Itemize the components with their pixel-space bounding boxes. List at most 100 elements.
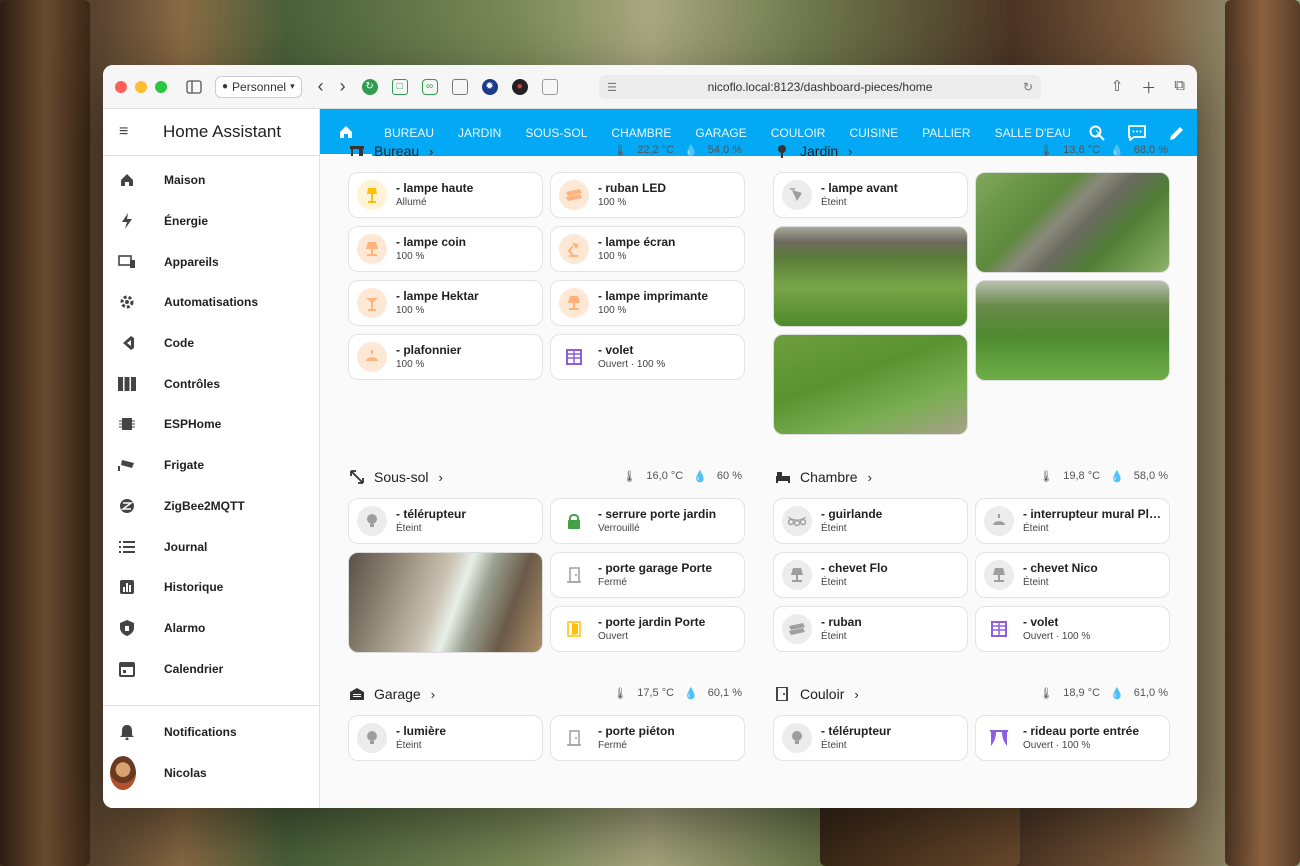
tile-lampe-imprimante[interactable]: - lampe imprimante 100 % xyxy=(550,280,745,326)
tab-bureau[interactable]: BUREAU xyxy=(372,126,446,140)
sidebar-item-zigbee2mqtt[interactable]: ZigBee2MQTT xyxy=(103,486,319,527)
sidebar-item-user[interactable]: Nicolas xyxy=(103,753,319,794)
tile-lampe-haute[interactable]: - lampe haute Allumé xyxy=(348,172,543,218)
lamp-icon[interactable] xyxy=(782,560,812,590)
tab-sous-sol[interactable]: SOUS-SOL xyxy=(513,126,599,140)
tile-porte-jardin[interactable]: - porte jardin Porte Ouvert xyxy=(550,606,745,652)
sidebar-item-code[interactable]: Code xyxy=(103,323,319,364)
sidebar-item-notifications[interactable]: Notifications xyxy=(103,712,319,753)
sidebar-item-historique[interactable]: Historique xyxy=(103,567,319,608)
floor-lamp-icon[interactable] xyxy=(357,180,387,210)
bell-icon xyxy=(118,723,136,741)
tile-porte-garage[interactable]: - porte garage Porte Fermé xyxy=(550,552,745,598)
chevron-down-icon: ▾ xyxy=(290,81,295,91)
new-tab-icon[interactable]: ＋ xyxy=(1141,77,1156,98)
robot-icon xyxy=(118,293,136,311)
sidebar-item-frigate[interactable]: Frigate xyxy=(103,445,319,486)
lamp-icon[interactable] xyxy=(559,288,589,318)
tile-lampe-ecran[interactable]: - lampe écran 100 % xyxy=(550,226,745,272)
bulb-icon[interactable] xyxy=(357,723,387,753)
cube-extension-icon[interactable]: □ xyxy=(391,78,408,95)
lock-icon[interactable] xyxy=(559,506,589,536)
extension-link-icon[interactable]: ∞ xyxy=(421,78,438,95)
lamp-icon[interactable] xyxy=(984,560,1014,590)
sidebar-item-automatisations[interactable]: Automatisations xyxy=(103,282,319,323)
tab-jardin[interactable]: JARDIN xyxy=(446,126,513,140)
globe-extension-icon[interactable]: ✹ xyxy=(481,78,498,95)
close-window-button[interactable] xyxy=(115,80,127,93)
tile-porte-pieton[interactable]: - porte piéton Fermé xyxy=(550,715,745,761)
tab-garage[interactable]: GARAGE xyxy=(683,126,758,140)
door-closed-icon[interactable] xyxy=(559,723,589,753)
sidebar-item-maison[interactable]: Maison xyxy=(103,160,319,201)
sidebar-item-alarmo[interactable]: Alarmo xyxy=(103,608,319,649)
tile-guirlande[interactable]: - guirlande Éteint xyxy=(773,498,968,544)
tile-volet-chambre[interactable]: - volet Ouvert · 100 % xyxy=(975,606,1170,652)
address-bar[interactable]: ☰ nicoflo.local:8123/dashboard-pieces/ho… xyxy=(599,75,1041,99)
tile-lampe-hektar[interactable]: - lampe Hektar 100 % xyxy=(348,280,543,326)
tile-rideau-porte-entree[interactable]: - rideau porte entrée Ouvert · 100 % xyxy=(975,715,1170,761)
tab-overview-icon[interactable]: ⧉ xyxy=(1174,77,1185,98)
window-shutter-icon[interactable] xyxy=(559,342,589,372)
camera-jardin-1[interactable] xyxy=(975,172,1170,273)
desk-lamp-icon[interactable] xyxy=(559,234,589,264)
camera-jardin-3[interactable] xyxy=(975,280,1170,381)
sidebar-toggle-icon[interactable] xyxy=(185,78,203,96)
menu-collapse-icon[interactable]: ≡ xyxy=(119,123,147,141)
door-open-icon[interactable] xyxy=(559,614,589,644)
tab-couloir[interactable]: COULOIR xyxy=(759,126,838,140)
tile-interrupteur-mural[interactable]: - interrupteur mural Plaf... Éteint xyxy=(975,498,1170,544)
tile-ruban-led[interactable]: - ruban LED 100 % xyxy=(550,172,745,218)
screen-extension-icon[interactable] xyxy=(541,78,558,95)
ceiling-light-icon[interactable] xyxy=(984,506,1014,536)
curtains-icon[interactable] xyxy=(984,723,1014,753)
tile-serrure-porte-jardin[interactable]: - serrure porte jardin Verrouillé xyxy=(550,498,745,544)
string-lights-icon[interactable] xyxy=(782,506,812,536)
bulb-icon[interactable] xyxy=(782,723,812,753)
window-shutter-icon[interactable] xyxy=(984,614,1014,644)
extension-green-icon[interactable]: ↻ xyxy=(361,78,378,95)
tab-pallier[interactable]: PALLIER xyxy=(910,126,982,140)
minimize-window-button[interactable] xyxy=(135,80,147,93)
reload-icon[interactable]: ↻ xyxy=(1023,80,1033,94)
pendant-lamp-icon[interactable] xyxy=(357,288,387,318)
sidebar-item-energie[interactable]: Énergie xyxy=(103,201,319,242)
forward-button[interactable]: › xyxy=(340,76,346,97)
camera-jardin-4[interactable] xyxy=(773,334,968,435)
camera-jardin-2[interactable] xyxy=(773,226,968,327)
share-icon[interactable]: ⇧ xyxy=(1111,77,1124,98)
sidebar-item-controles[interactable]: Contrôles xyxy=(103,363,319,404)
tile-lampe-coin[interactable]: - lampe coin 100 % xyxy=(348,226,543,272)
copy-extension-icon[interactable] xyxy=(451,78,468,95)
tab-cuisine[interactable]: CUISINE xyxy=(837,126,910,140)
sidebar-item-calendrier[interactable]: Calendrier xyxy=(103,648,319,689)
door-closed-icon[interactable] xyxy=(559,560,589,590)
sidebar-item-esphome[interactable]: ESPHome xyxy=(103,404,319,445)
tile-ruban[interactable]: - ruban Éteint xyxy=(773,606,968,652)
tile-volet-bureau[interactable]: - volet Ouvert · 100 % xyxy=(550,334,745,380)
profile-selector[interactable]: ● Personnel ▾ xyxy=(215,75,302,98)
sidebar-item-appareils[interactable]: Appareils xyxy=(103,241,319,282)
camera-sous-sol[interactable] xyxy=(348,552,543,653)
led-strip-icon[interactable] xyxy=(559,180,589,210)
bulb-icon[interactable] xyxy=(357,506,387,536)
tile-chevet-flo[interactable]: - chevet Flo Éteint xyxy=(773,552,968,598)
tile-telerupteur-sous-sol[interactable]: - télérupteur Éteint xyxy=(348,498,543,544)
zoom-window-button[interactable] xyxy=(155,80,167,93)
record-extension-icon[interactable]: ● xyxy=(511,78,528,95)
page-settings-icon[interactable]: ☰ xyxy=(607,81,617,94)
led-strip-icon[interactable] xyxy=(782,614,812,644)
lamp-icon[interactable] xyxy=(357,234,387,264)
tile-chevet-nico[interactable]: - chevet Nico Éteint xyxy=(975,552,1170,598)
tab-chambre[interactable]: CHAMBRE xyxy=(599,126,683,140)
tab-salle-d-eau[interactable]: SALLE D'EAU xyxy=(983,126,1083,140)
tile-telerupteur-couloir[interactable]: - télérupteur Éteint xyxy=(773,715,968,761)
outdoor-lamp-icon[interactable] xyxy=(782,180,812,210)
tile-lampe-avant[interactable]: - lampe avant Éteint xyxy=(773,172,968,218)
tile-name: - interrupteur mural Plaf... xyxy=(1023,506,1163,521)
tile-lumiere-garage[interactable]: - lumière Éteint xyxy=(348,715,543,761)
ceiling-light-icon[interactable] xyxy=(357,342,387,372)
tile-plafonnier[interactable]: - plafonnier 100 % xyxy=(348,334,543,380)
back-button[interactable]: ‹ xyxy=(318,76,324,97)
sidebar-item-journal[interactable]: Journal xyxy=(103,526,319,567)
